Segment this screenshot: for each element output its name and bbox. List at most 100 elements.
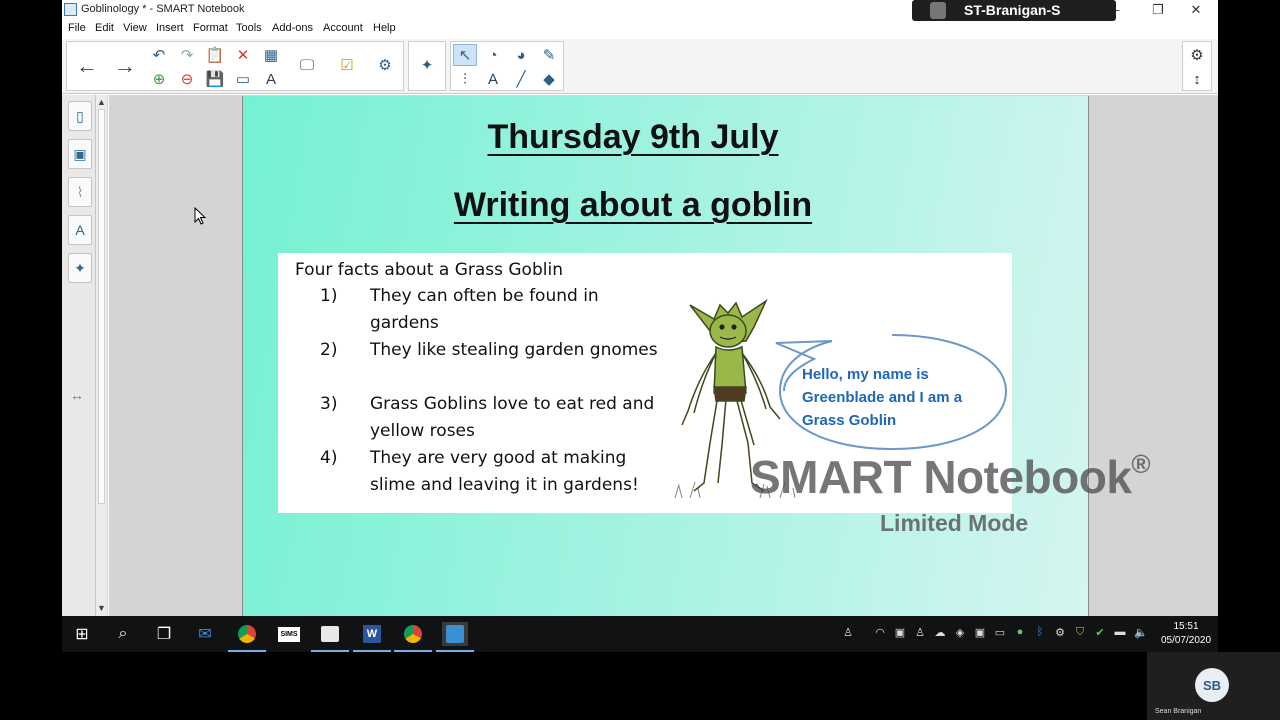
tray-security-icon[interactable]: ⛉ xyxy=(1074,626,1086,640)
participant-name: Sean Branigan xyxy=(1155,708,1202,715)
menu-help[interactable]: Help xyxy=(373,22,396,34)
cloud-icon[interactable]: ☁ xyxy=(934,626,946,640)
taskbar-clock[interactable]: 15:51 05/07/2020 xyxy=(1156,620,1216,648)
text-properties-icon: A xyxy=(265,70,276,88)
paste-button[interactable]: 📋 xyxy=(203,44,227,66)
line-tool-button[interactable]: ╱ xyxy=(509,68,533,90)
insert-table-button[interactable]: ▦ xyxy=(259,44,283,66)
line-icon: ╱ xyxy=(516,71,526,88)
contacts-app-button[interactable] xyxy=(311,622,349,652)
volume-icon[interactable]: 🔈 xyxy=(1134,626,1148,640)
restore-button[interactable]: ❐ xyxy=(1143,1,1173,19)
tray-monitor-icon[interactable]: ▣ xyxy=(974,626,986,640)
menu-format[interactable]: Format xyxy=(193,22,228,34)
pen-icon: ✎ xyxy=(542,47,556,64)
page-sorter-tab[interactable]: ▯ xyxy=(68,101,92,131)
menu-add-ons[interactable]: Add-ons xyxy=(272,22,313,34)
save-button[interactable]: 💾 xyxy=(203,68,227,90)
eraser-tool-button[interactable]: ◆ xyxy=(537,68,561,90)
scroll-up-icon[interactable]: ▲ xyxy=(97,97,106,107)
delete-button[interactable]: ✕ xyxy=(231,44,255,66)
delete-page-icon: ⊖ xyxy=(180,71,194,88)
chrome-app-button-2[interactable] xyxy=(394,622,432,652)
start-button[interactable]: ⊞ xyxy=(69,622,95,646)
participant-tile[interactable]: SB Sean Branigan xyxy=(1147,652,1280,720)
search-button[interactable]: ⌕ xyxy=(110,622,136,646)
tray-app-icon[interactable]: ▣ xyxy=(894,626,906,640)
screen-shade-button[interactable]: ▭ xyxy=(231,68,255,90)
tray-display-icon[interactable]: ▭ xyxy=(994,626,1006,640)
add-ons-tab[interactable]: ✦ xyxy=(68,253,92,283)
clipboard-icon: 📋 xyxy=(205,47,225,64)
gallery-tab[interactable]: ▣ xyxy=(68,139,92,169)
fact-text: Grass Goblins love to eat red and yellow… xyxy=(370,394,655,441)
properties-tab[interactable]: A xyxy=(68,215,92,245)
next-page-button[interactable]: → xyxy=(107,44,143,88)
menu-file[interactable]: File xyxy=(68,22,86,34)
magic-pen-button[interactable]: ✎ xyxy=(537,44,561,66)
undo-icon: ↶ xyxy=(152,47,166,64)
text-tool-button[interactable]: A xyxy=(481,68,505,90)
fact-text: They like stealing garden gnomes xyxy=(370,340,658,360)
redo-button[interactable]: ↷ xyxy=(175,44,199,66)
user-avatar-icon xyxy=(930,2,946,19)
close-button[interactable]: ✕ xyxy=(1181,1,1211,19)
previous-page-button[interactable]: ← xyxy=(69,44,105,88)
toolbar-move-button[interactable]: ↕ xyxy=(1185,68,1209,90)
fill-tool-button[interactable]: ◕ xyxy=(509,44,533,66)
scroll-down-icon[interactable]: ▼ xyxy=(97,603,106,613)
tray-green-icon[interactable]: ● xyxy=(1014,626,1026,640)
tray-check-icon[interactable]: ✔ xyxy=(1094,626,1106,640)
fact-text: They are very good at making slime and l… xyxy=(370,448,639,495)
select-tool-button[interactable]: ↖ xyxy=(453,44,477,66)
bluetooth-icon[interactable]: ᛒ xyxy=(1034,626,1046,640)
monitor-icon: 🖵 xyxy=(299,56,315,74)
tray-settings-icon[interactable]: ⚙ xyxy=(1054,626,1066,640)
clock-date: 05/07/2020 xyxy=(1160,635,1212,646)
smart-notebook-app-button[interactable] xyxy=(436,622,474,652)
people-icon[interactable]: ♙ xyxy=(842,626,854,640)
contact-card-icon xyxy=(321,626,339,642)
task-view-icon: ❐ xyxy=(156,626,172,643)
watermark-brand-text: SMART Notebook xyxy=(750,451,1132,503)
shapes-tool-button[interactable]: ◔ xyxy=(481,44,505,66)
menu-tools[interactable]: Tools xyxy=(236,22,262,34)
properties-button[interactable]: ⫶ xyxy=(453,68,477,90)
chrome-app-button[interactable] xyxy=(228,622,266,652)
mail-app-button[interactable]: ✉ xyxy=(192,622,218,646)
wifi-icon[interactable]: ◠ xyxy=(874,626,886,640)
add-page-button[interactable]: ⊕ xyxy=(147,68,171,90)
response-button[interactable]: ☑ xyxy=(335,54,359,76)
menu-account[interactable]: Account xyxy=(323,22,363,34)
task-view-button[interactable]: ❐ xyxy=(151,622,177,646)
slide-heading[interactable]: Writing about a goblin xyxy=(243,186,1023,225)
delete-page-button[interactable]: ⊖ xyxy=(175,68,199,90)
sims-app-button[interactable]: SIMS xyxy=(276,622,302,646)
menu-view[interactable]: View xyxy=(123,22,147,34)
page-sorter-scrollbar[interactable]: ▲ ▼ xyxy=(96,95,108,616)
slide-date-title[interactable]: Thursday 9th July xyxy=(243,118,1023,157)
undo-button[interactable]: ↶ xyxy=(147,44,171,66)
settings-button[interactable]: ⚙ xyxy=(1185,44,1209,66)
search-icon: ⌕ xyxy=(118,625,128,642)
word-app-button[interactable]: W xyxy=(353,622,391,652)
battery-icon[interactable]: ▬ xyxy=(1114,626,1126,640)
resize-handle-icon[interactable]: ↔ xyxy=(70,387,84,403)
shield-icon[interactable]: ◈ xyxy=(954,626,966,640)
puzzle-icon: ✦ xyxy=(420,57,434,74)
sims-icon: SIMS xyxy=(278,626,300,642)
display-screen-button[interactable]: 🖵 xyxy=(295,54,319,76)
attachments-tab[interactable]: ⌇ xyxy=(68,177,92,207)
text-properties-button[interactable]: A xyxy=(259,68,283,90)
menu-insert[interactable]: Insert xyxy=(156,22,184,34)
page-icon: ▯ xyxy=(76,107,84,124)
remote-session-bar[interactable]: ST-Branigan-S xyxy=(912,0,1116,21)
scrollbar-thumb[interactable] xyxy=(98,109,105,504)
menu-edit[interactable]: Edit xyxy=(95,22,114,34)
smart-lab-button[interactable]: ✦ xyxy=(415,54,439,76)
tray-user-icon[interactable]: ♙ xyxy=(914,626,926,640)
add-ons-button[interactable]: ⚙ xyxy=(373,54,397,76)
slide-page[interactable]: Thursday 9th July Writing about a goblin… xyxy=(242,96,1089,616)
forward-arrow-icon: → xyxy=(114,53,136,78)
toolbar-group-addons: ✦ xyxy=(408,41,446,91)
